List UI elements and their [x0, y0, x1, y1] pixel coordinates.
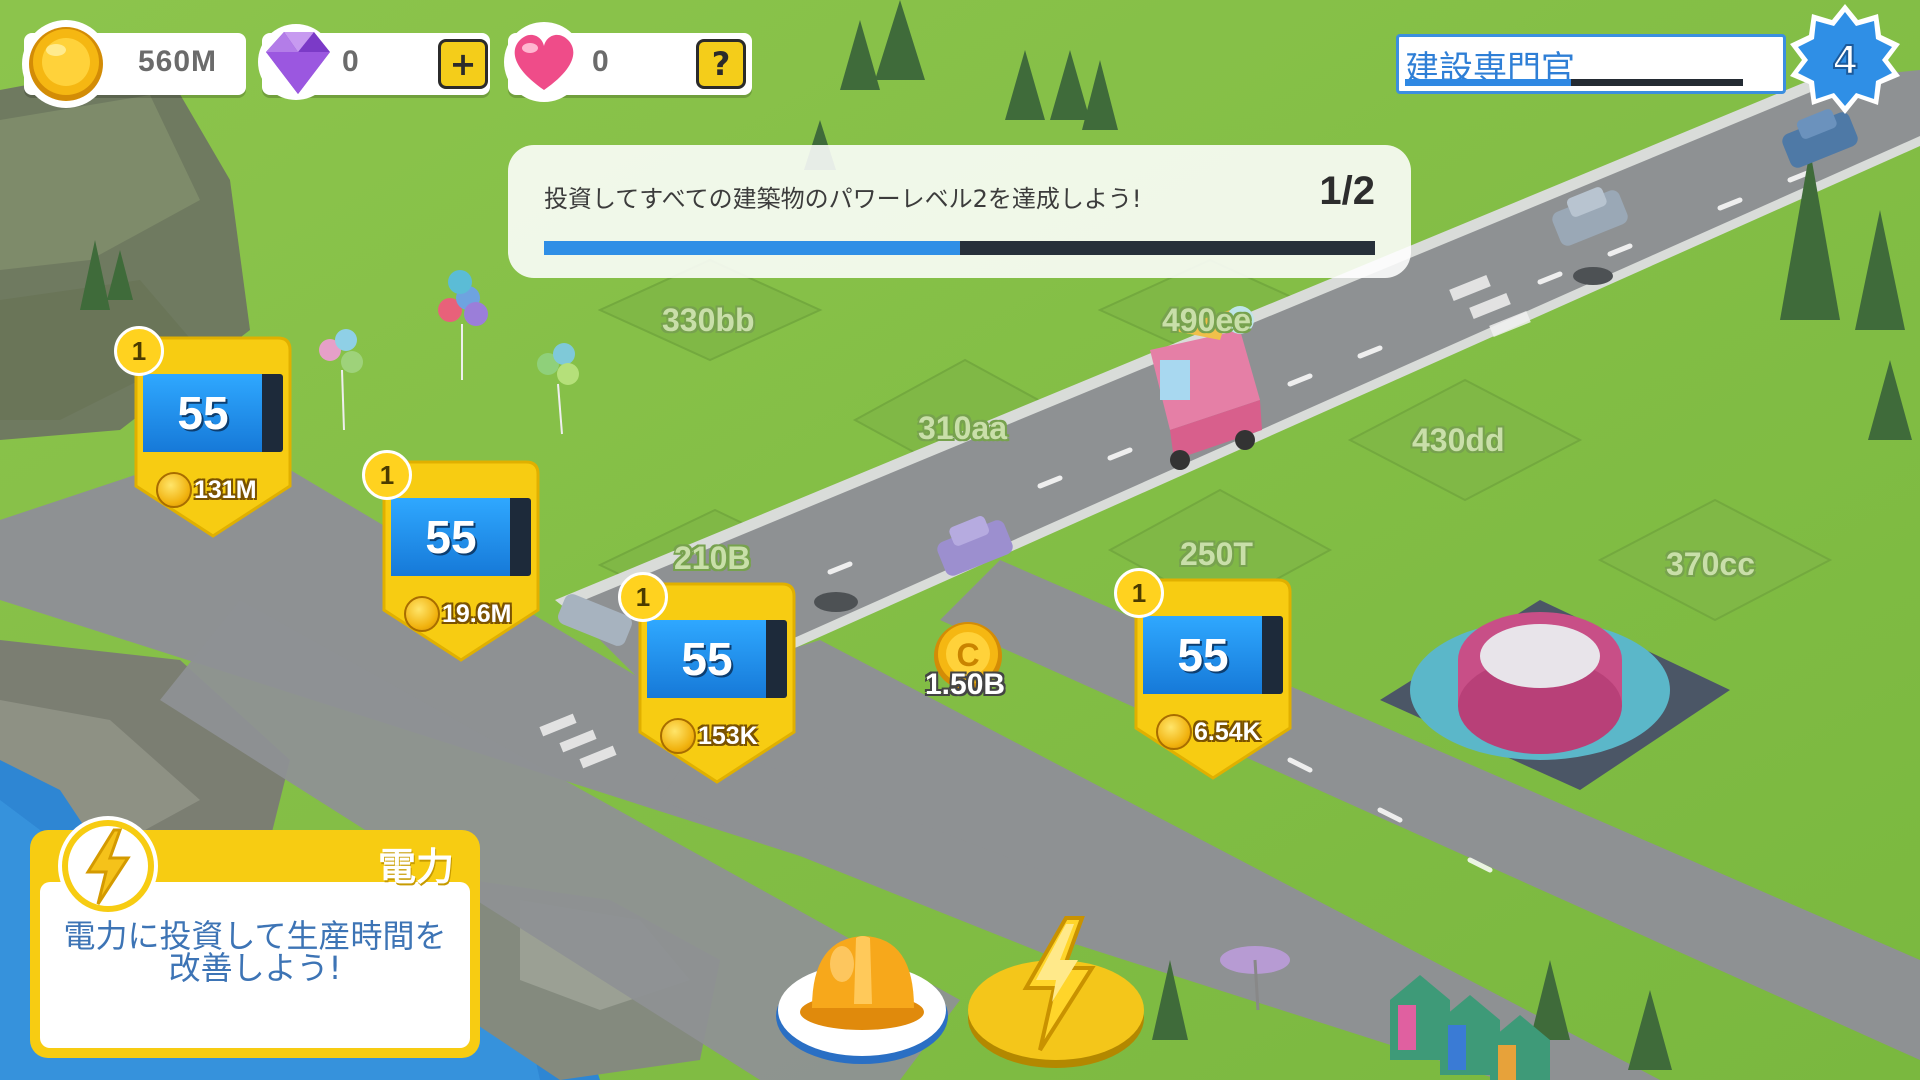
upgrade-cost-value: 131M [194, 475, 257, 504]
quest-text: 投資してすべての建築物のパワーレベル2を達成しよう! [544, 185, 1142, 213]
power-panel-description: 電力に投資して生産時間を 改善しよう! [48, 920, 462, 984]
quest-progress-bar [544, 241, 1375, 255]
tier-badge: 1 [114, 326, 164, 376]
power-panel[interactable]: 電力 電力に投資して生産時間を 改善しよう! [30, 816, 480, 1058]
upgrade-cost: 153K [660, 718, 758, 754]
quest-banner[interactable]: 投資してすべての建築物のパワーレベル2を達成しよう! 1/2 [508, 145, 1411, 278]
upgrade-cost-value: 19.6M [442, 599, 512, 628]
building-badge[interactable]: 55 19.6M 1 [362, 450, 544, 670]
player-title-bar[interactable]: 建設専門官 [1396, 34, 1786, 94]
plot-label[interactable]: 490ee [1162, 302, 1251, 339]
coin-value: 560M [138, 45, 218, 78]
power-level-box: 55 [1143, 616, 1283, 694]
tier-badge: 1 [362, 450, 412, 500]
hard-hat-icon [800, 936, 924, 1030]
tier-badge: 1 [1114, 568, 1164, 618]
coin-icon [22, 20, 110, 108]
power-level-box: 55 [391, 498, 531, 576]
plot-label[interactable]: 330bb [662, 302, 754, 339]
player-level: 4 [1833, 36, 1857, 83]
building-badge[interactable]: 55 6.54K 1 [1114, 568, 1296, 788]
power-mode-button[interactable] [966, 910, 1146, 1070]
coin-icon [660, 718, 696, 754]
power-desc-line: 電力に投資して生産時間を [63, 917, 447, 955]
level-badge-icon[interactable]: 4 [1788, 2, 1902, 116]
heart-value: 0 [592, 45, 610, 78]
quest-count: 1/2 [1319, 169, 1375, 213]
plot-label[interactable]: 210B [674, 540, 751, 577]
power-level-box: 55 [647, 620, 787, 698]
build-mode-button[interactable] [772, 916, 952, 1066]
plot-label[interactable]: 430dd [1412, 422, 1504, 459]
coin-icon [1156, 714, 1192, 750]
title-progress-fill [1405, 79, 1571, 86]
heart-icon [504, 22, 584, 102]
coin-icon [404, 596, 440, 632]
power-desc-line: 改善しよう! [168, 949, 342, 987]
quest-progress-fill [544, 241, 960, 255]
coin-icon [156, 472, 192, 508]
upgrade-cost-value: 6.54K [1194, 717, 1261, 746]
title-progress-bar [1405, 79, 1743, 86]
plot-label[interactable]: 310aa [918, 410, 1007, 447]
plot-label[interactable]: 370cc [1666, 546, 1755, 583]
building-badge[interactable]: 55 131M 1 [114, 326, 296, 546]
gem-icon [258, 24, 334, 100]
power-level-value: 55 [177, 387, 229, 439]
add-gems-button[interactable]: + [438, 39, 488, 89]
upgrade-cost: 6.54K [1156, 714, 1261, 750]
power-level-value: 55 [681, 633, 733, 685]
plot-label[interactable]: 250T [1180, 536, 1253, 573]
power-level-box: 55 [143, 374, 283, 452]
gem-value: 0 [342, 45, 360, 78]
collectible-coin-value: 1.50B [925, 668, 1006, 701]
building-badge[interactable]: 55 153K 1 [618, 572, 800, 792]
power-level-value: 55 [1177, 629, 1229, 681]
upgrade-cost-value: 153K [698, 721, 758, 750]
help-button[interactable]: ? [696, 39, 746, 89]
power-panel-title: 電力 [377, 845, 454, 889]
upgrade-cost: 19.6M [404, 596, 511, 632]
tier-badge: 1 [618, 572, 668, 622]
power-level-value: 55 [425, 511, 477, 563]
lightning-bolt-icon [58, 816, 158, 916]
upgrade-cost: 131M [156, 472, 257, 508]
